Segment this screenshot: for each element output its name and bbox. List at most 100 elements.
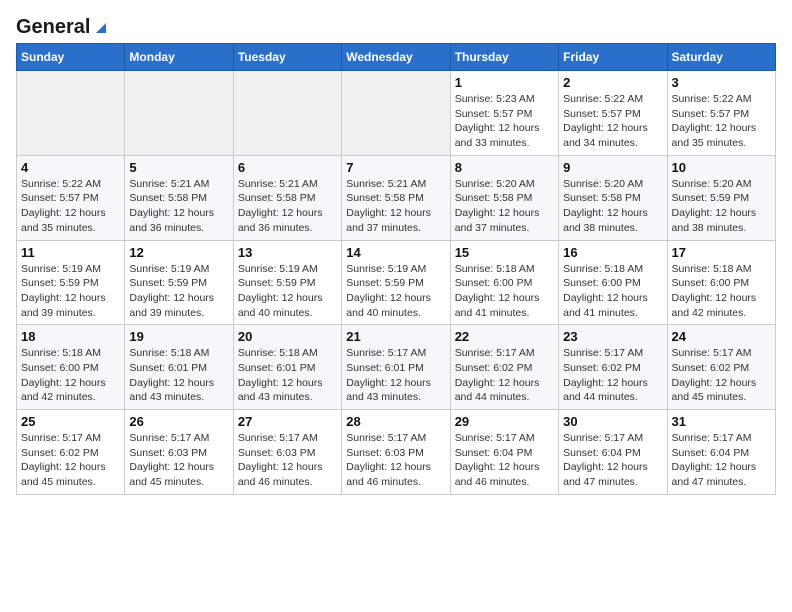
calendar-week-row: 11 Sunrise: 5:19 AMSunset: 5:59 PMDayligh… (17, 240, 776, 325)
cell-info-text: Sunrise: 5:19 AMSunset: 5:59 PMDaylight:… (238, 262, 337, 321)
calendar-cell: 11 Sunrise: 5:19 AMSunset: 5:59 PMDayligh… (17, 240, 125, 325)
cell-info-text: Sunrise: 5:21 AMSunset: 5:58 PMDaylight:… (129, 177, 228, 236)
cell-info-text: Sunrise: 5:17 AMSunset: 6:02 PMDaylight:… (455, 346, 554, 405)
cell-info-text: Sunrise: 5:22 AMSunset: 5:57 PMDaylight:… (21, 177, 120, 236)
calendar-cell: 25 Sunrise: 5:17 AMSunset: 6:02 PMDayligh… (17, 410, 125, 495)
cell-info-text: Sunrise: 5:18 AMSunset: 6:01 PMDaylight:… (238, 346, 337, 405)
calendar-cell: 28Sunrise: 5:17 AMSunset: 6:03 PMDayligh… (342, 410, 450, 495)
cell-date-number: 11 (21, 245, 120, 260)
cell-date-number: 4 (21, 160, 120, 175)
calendar-cell: 1Sunrise: 5:23 AMSunset: 5:57 PMDaylight… (450, 71, 558, 156)
calendar-cell: 27 Sunrise: 5:17 AMSunset: 6:03 PMDayligh… (233, 410, 341, 495)
cell-date-number: 7 (346, 160, 445, 175)
cell-date-number: 30 (563, 414, 662, 429)
calendar-cell (17, 71, 125, 156)
calendar-cell: 26 Sunrise: 5:17 AMSunset: 6:03 PMDayligh… (125, 410, 233, 495)
cell-date-number: 29 (455, 414, 554, 429)
cell-date-number: 18 (21, 329, 120, 344)
calendar-cell: 20 Sunrise: 5:18 AMSunset: 6:01 PMDayligh… (233, 325, 341, 410)
calendar-cell: 12Sunrise: 5:19 AMSunset: 5:59 PMDayligh… (125, 240, 233, 325)
cell-info-text: Sunrise: 5:18 AMSunset: 6:00 PMDaylight:… (563, 262, 662, 321)
cell-info-text: Sunrise: 5:17 AMSunset: 6:01 PMDaylight:… (346, 346, 445, 405)
cell-date-number: 24 (672, 329, 771, 344)
calendar-header: SundayMondayTuesdayWednesdayThursdayFrid… (17, 44, 776, 71)
calendar-cell: 15 Sunrise: 5:18 AMSunset: 6:00 PMDayligh… (450, 240, 558, 325)
calendar-cell: 9 Sunrise: 5:20 AMSunset: 5:58 PMDaylight… (559, 155, 667, 240)
cell-info-text: Sunrise: 5:17 AMSunset: 6:02 PMDaylight:… (21, 431, 120, 490)
calendar-cell: 2Sunrise: 5:22 AMSunset: 5:57 PMDaylight… (559, 71, 667, 156)
calendar-cell: 5Sunrise: 5:21 AMSunset: 5:58 PMDaylight… (125, 155, 233, 240)
calendar-day-header: Saturday (667, 44, 775, 71)
cell-date-number: 31 (672, 414, 771, 429)
calendar-cell: 30 Sunrise: 5:17 AMSunset: 6:04 PMDayligh… (559, 410, 667, 495)
cell-date-number: 15 (455, 245, 554, 260)
logo: General (16, 16, 110, 35)
header: General (16, 16, 776, 35)
calendar-cell: 16 Sunrise: 5:18 AMSunset: 6:00 PMDayligh… (559, 240, 667, 325)
cell-info-text: Sunrise: 5:21 AMSunset: 5:58 PMDaylight:… (238, 177, 337, 236)
calendar-cell: 4 Sunrise: 5:22 AMSunset: 5:57 PMDaylight… (17, 155, 125, 240)
cell-date-number: 25 (21, 414, 120, 429)
calendar-cell: 19 Sunrise: 5:18 AMSunset: 6:01 PMDayligh… (125, 325, 233, 410)
calendar-cell: 10 Sunrise: 5:20 AMSunset: 5:59 PMDayligh… (667, 155, 775, 240)
cell-info-text: Sunrise: 5:17 AMSunset: 6:03 PMDaylight:… (129, 431, 228, 490)
cell-info-text: Sunrise: 5:18 AMSunset: 6:00 PMDaylight:… (21, 346, 120, 405)
cell-info-text: Sunrise: 5:19 AMSunset: 5:59 PMDaylight:… (129, 262, 228, 321)
calendar-day-header: Monday (125, 44, 233, 71)
calendar-cell: 31 Sunrise: 5:17 AMSunset: 6:04 PMDayligh… (667, 410, 775, 495)
cell-info-text: Sunrise: 5:18 AMSunset: 6:00 PMDaylight:… (455, 262, 554, 321)
logo-arrow-icon (92, 19, 110, 37)
cell-info-text: Sunrise: 5:20 AMSunset: 5:58 PMDaylight:… (455, 177, 554, 236)
cell-date-number: 20 (238, 329, 337, 344)
cell-info-text: Sunrise: 5:20 AMSunset: 5:58 PMDaylight:… (563, 177, 662, 236)
calendar-cell: 7 Sunrise: 5:21 AMSunset: 5:58 PMDaylight… (342, 155, 450, 240)
cell-info-text: Sunrise: 5:17 AMSunset: 6:03 PMDaylight:… (238, 431, 337, 490)
calendar-cell: 23 Sunrise: 5:17 AMSunset: 6:02 PMDayligh… (559, 325, 667, 410)
calendar-cell: 17Sunrise: 5:18 AMSunset: 6:00 PMDayligh… (667, 240, 775, 325)
cell-date-number: 22 (455, 329, 554, 344)
cell-date-number: 28 (346, 414, 445, 429)
calendar-cell: 13 Sunrise: 5:19 AMSunset: 5:59 PMDayligh… (233, 240, 341, 325)
cell-date-number: 10 (672, 160, 771, 175)
calendar-cell: 29 Sunrise: 5:17 AMSunset: 6:04 PMDayligh… (450, 410, 558, 495)
calendar-cell (233, 71, 341, 156)
calendar-cell: 8 Sunrise: 5:20 AMSunset: 5:58 PMDaylight… (450, 155, 558, 240)
calendar-cell: 18 Sunrise: 5:18 AMSunset: 6:00 PMDayligh… (17, 325, 125, 410)
cell-info-text: Sunrise: 5:17 AMSunset: 6:04 PMDaylight:… (455, 431, 554, 490)
logo-general: General (16, 16, 90, 39)
cell-info-text: Sunrise: 5:17 AMSunset: 6:04 PMDaylight:… (563, 431, 662, 490)
cell-date-number: 13 (238, 245, 337, 260)
calendar-cell: 22 Sunrise: 5:17 AMSunset: 6:02 PMDayligh… (450, 325, 558, 410)
cell-info-text: Sunrise: 5:21 AMSunset: 5:58 PMDaylight:… (346, 177, 445, 236)
cell-date-number: 27 (238, 414, 337, 429)
cell-info-text: Sunrise: 5:19 AMSunset: 5:59 PMDaylight:… (346, 262, 445, 321)
calendar-day-header: Sunday (17, 44, 125, 71)
cell-date-number: 16 (563, 245, 662, 260)
calendar-cell: 24Sunrise: 5:17 AMSunset: 6:02 PMDayligh… (667, 325, 775, 410)
cell-info-text: Sunrise: 5:23 AMSunset: 5:57 PMDaylight:… (455, 92, 554, 151)
cell-date-number: 19 (129, 329, 228, 344)
cell-date-number: 26 (129, 414, 228, 429)
calendar-week-row: 25 Sunrise: 5:17 AMSunset: 6:02 PMDayligh… (17, 410, 776, 495)
cell-info-text: Sunrise: 5:17 AMSunset: 6:02 PMDaylight:… (563, 346, 662, 405)
cell-date-number: 8 (455, 160, 554, 175)
calendar-cell: 6 Sunrise: 5:21 AMSunset: 5:58 PMDaylight… (233, 155, 341, 240)
cell-info-text: Sunrise: 5:17 AMSunset: 6:04 PMDaylight:… (672, 431, 771, 490)
cell-info-text: Sunrise: 5:19 AMSunset: 5:59 PMDaylight:… (21, 262, 120, 321)
calendar-table: SundayMondayTuesdayWednesdayThursdayFrid… (16, 43, 776, 495)
cell-date-number: 9 (563, 160, 662, 175)
calendar-week-row: 18 Sunrise: 5:18 AMSunset: 6:00 PMDayligh… (17, 325, 776, 410)
cell-info-text: Sunrise: 5:22 AMSunset: 5:57 PMDaylight:… (563, 92, 662, 151)
cell-date-number: 23 (563, 329, 662, 344)
calendar-cell: 21 Sunrise: 5:17 AMSunset: 6:01 PMDayligh… (342, 325, 450, 410)
cell-date-number: 6 (238, 160, 337, 175)
cell-info-text: Sunrise: 5:18 AMSunset: 6:01 PMDaylight:… (129, 346, 228, 405)
calendar-day-header: Thursday (450, 44, 558, 71)
calendar-week-row: 4 Sunrise: 5:22 AMSunset: 5:57 PMDaylight… (17, 155, 776, 240)
cell-info-text: Sunrise: 5:18 AMSunset: 6:00 PMDaylight:… (672, 262, 771, 321)
calendar-cell (342, 71, 450, 156)
cell-date-number: 3 (672, 75, 771, 90)
cell-info-text: Sunrise: 5:20 AMSunset: 5:59 PMDaylight:… (672, 177, 771, 236)
cell-date-number: 21 (346, 329, 445, 344)
calendar-cell: 3Sunrise: 5:22 AMSunset: 5:57 PMDaylight… (667, 71, 775, 156)
